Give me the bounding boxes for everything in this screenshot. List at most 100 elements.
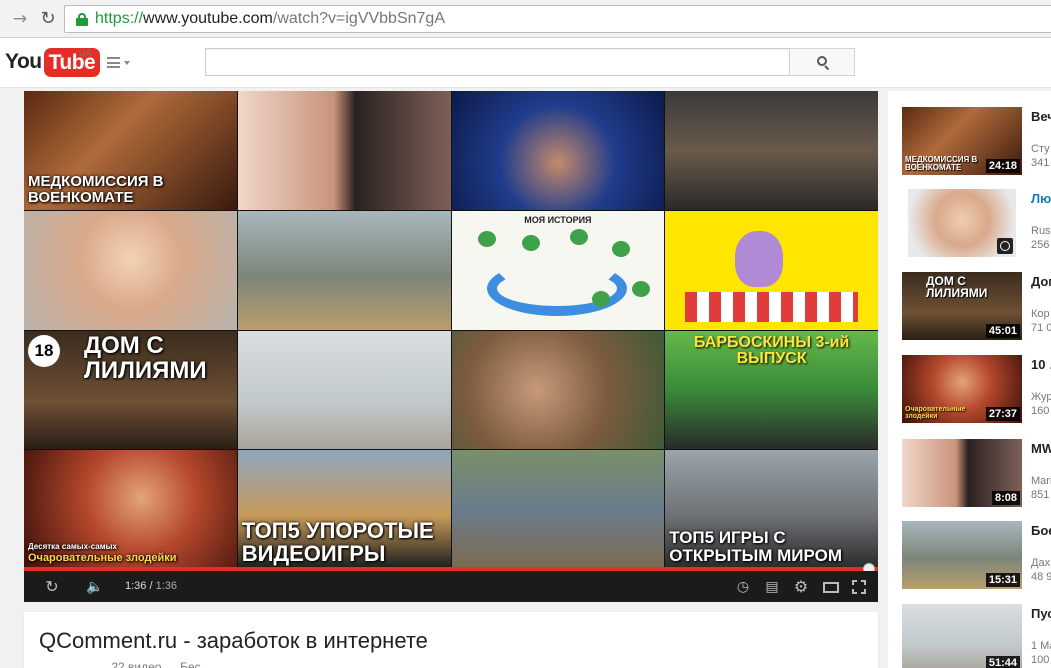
map-tree (521, 234, 540, 251)
video-link[interactable]: Пус… (02.… (1031, 606, 1051, 622)
related-video-item[interactable]: ДОМ С ЛИЛИЯМИ 45:01 Дом… [Се… Кор… 71 0… (902, 272, 1051, 344)
video-thumbnail[interactable]: ДОМ С ЛИЛИЯМИ 45:01 (902, 272, 1022, 340)
thumbnail-caption: Очаровательные злодейки (905, 406, 966, 420)
url-host: www.youtube.com (143, 10, 273, 27)
channel-name: Жур… (1031, 391, 1051, 403)
time-display: 1:36 / 1:36 (125, 580, 178, 592)
guide-menu-button[interactable] (107, 55, 133, 71)
map-tree (569, 228, 588, 245)
related-video-item[interactable]: 51:44 Пус… (02.… 1 Ma… 100… (902, 604, 1051, 668)
endscreen-video[interactable] (451, 330, 665, 450)
channel-name: 1 Ma… (1031, 640, 1051, 652)
search-button[interactable] (789, 48, 855, 76)
thumbnail-caption: Очаровательные злодейки (28, 552, 177, 565)
search-icon (817, 56, 830, 71)
map-tree (477, 230, 496, 247)
duration-badge: 15:31 (985, 573, 1020, 587)
video-thumbnail[interactable]: Очаровательные злодейки 27:37 (902, 355, 1022, 423)
endscreen-video[interactable]: Десятка самых-самых Очаровательные злоде… (24, 450, 237, 569)
theater-mode-icon[interactable] (822, 579, 840, 595)
url-text[interactable]: https://www.youtube.com/watch?v=igVVbbSn… (95, 10, 445, 28)
channel-name: Mari… (1031, 475, 1051, 487)
endscreen-video[interactable] (665, 210, 878, 330)
current-time: 1:36 (125, 580, 147, 592)
thumbnail-caption: МЕДКОМИССИЯ В ВОЕНКОМАТЕ (905, 155, 978, 172)
video-player[interactable]: МЕДКОМИССИЯ В ВОЕНКОМАТЕ МОЯ ИСТОРИЯ 18 … (24, 91, 878, 602)
related-video-item[interactable]: МЕДКОМИССИЯ В ВОЕНКОМАТЕ 24:18 Веч… "Ме…… (902, 107, 1051, 179)
thumbnail-caption: ТОП5 ИГРЫ С ОТКРЫТЫМ МИРОМ (669, 528, 843, 566)
url-scheme: https:// (95, 10, 144, 27)
video-info-card: QComment.ru - заработок в интернете … 22… (24, 612, 878, 668)
endscreen-video[interactable]: БАРБОСКИНЫ 3-ий ВЫПУСК (665, 330, 878, 450)
volume-icon[interactable]: 🔈 (86, 579, 103, 595)
view-count: 71 0… (1031, 322, 1051, 334)
duration-badge: 27:37 (985, 407, 1020, 421)
fullscreen-icon[interactable] (851, 579, 867, 595)
endscreen-video[interactable] (451, 91, 665, 210)
gear-icon[interactable]: ⚙ (793, 579, 809, 595)
age-badge: 18 (28, 334, 60, 367)
thumbnail-caption: ДОМ С ЛИЛИЯМИ (926, 274, 988, 300)
video-thumbnail[interactable]: 15:31 (902, 521, 1022, 589)
video-link[interactable]: MW… ДУ… (1031, 441, 1051, 457)
endscreen-grid: МЕДКОМИССИЯ В ВОЕНКОМАТЕ МОЯ ИСТОРИЯ 18 … (24, 91, 878, 569)
video-link[interactable]: Бое… вое… (1031, 523, 1051, 539)
endscreen-video[interactable]: ТОП5 УПОРОТЫЕ ВИДЕОИГРЫ (237, 450, 451, 569)
view-count: 48 9… (1031, 571, 1051, 583)
endscreen-video[interactable] (24, 210, 237, 330)
region-label: UA (79, 48, 92, 58)
thumbnail-caption-top: Десятка самых-самых (28, 541, 117, 551)
search-input[interactable] (205, 48, 790, 76)
player-controls: ↻ 🔈 1:36 / 1:36 ◷ ▤ ⚙ (24, 571, 878, 602)
map-tree (611, 240, 630, 257)
logo-you: You (5, 50, 42, 73)
watch-later-icon[interactable]: ◷ (735, 579, 751, 595)
video-thumbnail[interactable]: 8:08 (902, 439, 1022, 507)
endscreen-video[interactable] (237, 210, 451, 330)
video-thumbnail[interactable] (908, 189, 1016, 257)
endscreen-video[interactable] (451, 450, 665, 569)
duration-badge: 45:01 (985, 324, 1020, 338)
related-video-item[interactable]: Очаровательные злодейки 27:37 10 … зло… … (902, 355, 1051, 427)
related-video-item[interactable]: 8:08 MW… ДУ… Mari… 851 … (902, 439, 1051, 511)
video-title: QComment.ru - заработок в интернете (39, 628, 428, 653)
lock-icon (76, 13, 88, 26)
forward-arrow-icon[interactable]: → (10, 9, 30, 29)
channel-name: Сту… (1031, 143, 1051, 155)
cartoon-character (735, 230, 784, 287)
duration: 1:36 (155, 580, 178, 592)
video-link[interactable]: 10 … зло… (1031, 357, 1051, 373)
view-count: 100… (1031, 654, 1051, 666)
map-river (486, 260, 627, 316)
map-tree (591, 290, 610, 307)
duration-badge: 24:18 (985, 159, 1020, 173)
endscreen-video[interactable] (237, 330, 451, 450)
endscreen-video[interactable]: МЕДКОМИССИЯ В ВОЕНКОМАТЕ (24, 91, 237, 210)
video-link[interactable]: Веч… "Ме… (1031, 109, 1051, 125)
endscreen-video[interactable]: ТОП5 ИГРЫ С ОТКРЫТЫМ МИРОМ (665, 450, 878, 569)
replay-icon[interactable]: ↻ (44, 579, 60, 595)
thumbnail-caption: МЕДКОМИССИЯ В ВОЕНКОМАТЕ (28, 173, 164, 206)
thumbnail-caption: ДОМ С ЛИЛИЯМИ (84, 331, 207, 384)
endscreen-video[interactable] (237, 91, 451, 210)
view-count: 341 … (1031, 157, 1051, 169)
related-video-item[interactable]: Лю… онл… Russ… 256 … (902, 189, 1051, 261)
watch-later-icon[interactable] (997, 238, 1013, 254)
video-thumbnail[interactable]: 51:44 (902, 604, 1022, 668)
captions-icon[interactable]: ▤ (764, 579, 780, 595)
related-video-item[interactable]: 15:31 Бое… вое… Дах… 48 9… (902, 521, 1051, 593)
channel-name: Russ… (1031, 225, 1051, 237)
thumbnail-caption: МОЯ ИСТОРИЯ (524, 214, 592, 225)
duration-badge: 8:08 (991, 491, 1020, 505)
video-thumbnail[interactable]: МЕДКОМИССИЯ В ВОЕНКОМАТЕ 24:18 (902, 107, 1022, 175)
video-link[interactable]: Дом… [Се… (1031, 274, 1051, 290)
endscreen-video[interactable]: 18 ДОМ С ЛИЛИЯМИ (24, 330, 237, 450)
related-videos-sidebar: МЕДКОМИССИЯ В ВОЕНКОМАТЕ 24:18 Веч… "Ме…… (888, 91, 1051, 668)
endscreen-video[interactable]: МОЯ ИСТОРИЯ (451, 210, 665, 330)
view-count: 160 … (1031, 405, 1051, 417)
view-count: 256 … (1031, 239, 1051, 251)
endscreen-video[interactable] (665, 91, 878, 210)
reload-icon[interactable]: ↻ (38, 9, 58, 29)
address-bar[interactable]: https://www.youtube.com/watch?v=igVVbbSn… (64, 5, 1051, 33)
video-link[interactable]: Лю… онл… (1031, 191, 1051, 207)
